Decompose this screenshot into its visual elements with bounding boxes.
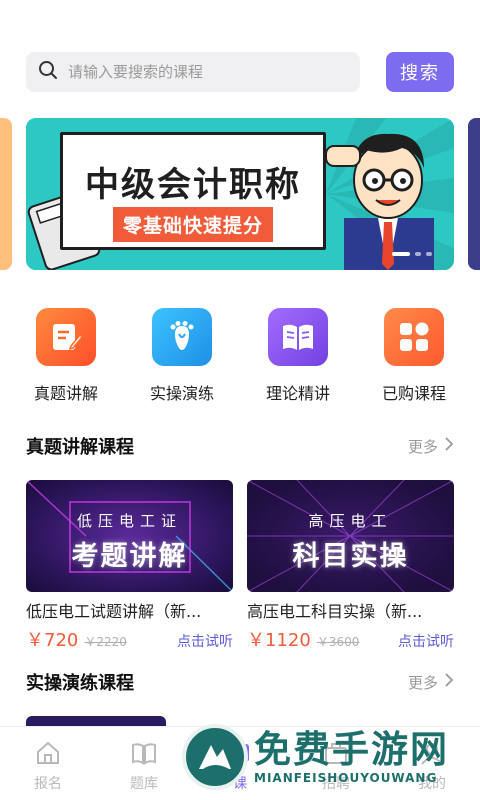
- more-label: 更多: [407, 673, 438, 692]
- banner-slide[interactable]: 中级会计职称 零基础快速提分: [26, 118, 454, 270]
- course-thumbnail: 低压电工证 考题讲解: [26, 480, 233, 592]
- search-bar: 搜索: [26, 52, 454, 92]
- search-field[interactable]: [26, 52, 360, 92]
- course-card[interactable]: 低压电工证 考题讲解 低压电工试题讲解（新... ￥720 ￥2220 点击试听: [26, 480, 233, 652]
- section-title: 真题讲解课程: [26, 437, 134, 458]
- quick-nav-label: 实操演练: [149, 384, 214, 403]
- thumbnail-title: 科目实操: [292, 541, 409, 572]
- tab-label: 课: [233, 776, 247, 792]
- thumbnail-subtitle: 低压电工证: [76, 512, 182, 530]
- price-row: ￥1120 ￥3600 点击试听: [247, 626, 454, 652]
- course-price: ￥720: [26, 630, 79, 651]
- banner-next-slide-peek[interactable]: [468, 118, 480, 270]
- section-title: 实操演练课程: [26, 673, 134, 694]
- tab-profile[interactable]: 我的: [392, 739, 472, 793]
- section-header-practice: 实操演练课程 更多: [26, 668, 454, 696]
- quick-nav-label: 已购课程: [381, 384, 446, 403]
- bottom-nav: 报名 题库 课 招聘 我的: [0, 726, 480, 800]
- course-original-price: ￥2220: [84, 635, 127, 649]
- tab-question-bank[interactable]: 题库: [104, 739, 184, 793]
- course-thumbnail: 高压电工 科目实操: [247, 480, 454, 592]
- footprint-icon: [152, 308, 212, 366]
- course-card[interactable]: 高压电工 科目实操 高压电工科目实操（新... ￥1120 ￥3600 点击试听: [247, 480, 454, 652]
- quick-nav-item-theory[interactable]: 理论精讲: [248, 308, 348, 404]
- trial-link[interactable]: 点击试听: [398, 631, 454, 651]
- thumbnail-subtitle: 高压电工: [308, 512, 393, 530]
- search-icon: [38, 60, 58, 84]
- chevron-right-icon: [444, 436, 454, 456]
- book-open-icon: [130, 739, 158, 771]
- trial-link[interactable]: 点击试听: [177, 631, 233, 651]
- chevron-right-icon: [444, 672, 454, 692]
- more-label: 更多: [407, 437, 438, 456]
- tab-label: 题库: [130, 776, 158, 792]
- banner-board: 中级会计职称 零基础快速提分: [60, 132, 326, 250]
- carousel-dot: [426, 252, 432, 256]
- banner-prev-slide-peek[interactable]: [0, 118, 12, 270]
- quick-nav-item-purchased[interactable]: 已购课程: [364, 308, 464, 404]
- carousel-dot-active: [392, 252, 410, 256]
- section-header-real-exam: 真题讲解课程 更多: [26, 432, 454, 460]
- tab-signup[interactable]: 报名: [8, 739, 88, 793]
- banner-subtitle: 零基础快速提分: [113, 207, 274, 242]
- course-title: 低压电工试题讲解（新...: [26, 602, 202, 621]
- grid-icon: [384, 308, 444, 366]
- carousel-dot: [415, 252, 421, 256]
- course-list: 低压电工证 考题讲解 低压电工试题讲解（新... ￥720 ￥2220 点击试听…: [26, 480, 454, 652]
- quick-nav-item-real-exam[interactable]: 真题讲解: [16, 308, 116, 404]
- edit-note-icon: [36, 308, 96, 366]
- search-button[interactable]: 搜索: [386, 52, 454, 92]
- tab-courses[interactable]: 课: [200, 739, 280, 793]
- quick-nav-label: 理论精讲: [265, 384, 330, 403]
- tab-label: 我的: [418, 776, 446, 792]
- search-input[interactable]: [68, 63, 328, 81]
- home-icon: [34, 739, 62, 771]
- banner-title: 中级会计职称: [85, 165, 301, 205]
- quick-nav-label: 真题讲解: [33, 384, 98, 403]
- quick-nav-item-practice[interactable]: 实操演练: [132, 308, 232, 404]
- course-title: 高压电工科目实操（新...: [247, 602, 423, 621]
- briefcase-icon: [322, 739, 350, 771]
- more-link[interactable]: 更多: [408, 436, 454, 457]
- tab-label: 报名: [34, 776, 62, 792]
- banner-carousel[interactable]: 中级会计职称 零基础快速提分: [0, 118, 480, 270]
- course-icon: [226, 739, 254, 771]
- carousel-indicator: [392, 252, 432, 256]
- price-row: ￥720 ￥2220 点击试听: [26, 626, 233, 652]
- tab-label: 招聘: [322, 776, 350, 792]
- book-icon: [268, 308, 328, 366]
- course-price: ￥1120: [247, 630, 311, 651]
- thumbnail-title: 考题讲解: [71, 541, 188, 572]
- quick-nav: 真题讲解 实操演练 理论精讲 已购课程: [0, 308, 480, 404]
- course-original-price: ￥3600: [316, 635, 360, 649]
- more-link[interactable]: 更多: [408, 672, 454, 693]
- user-icon: [418, 739, 446, 771]
- tab-jobs[interactable]: 招聘: [296, 739, 376, 793]
